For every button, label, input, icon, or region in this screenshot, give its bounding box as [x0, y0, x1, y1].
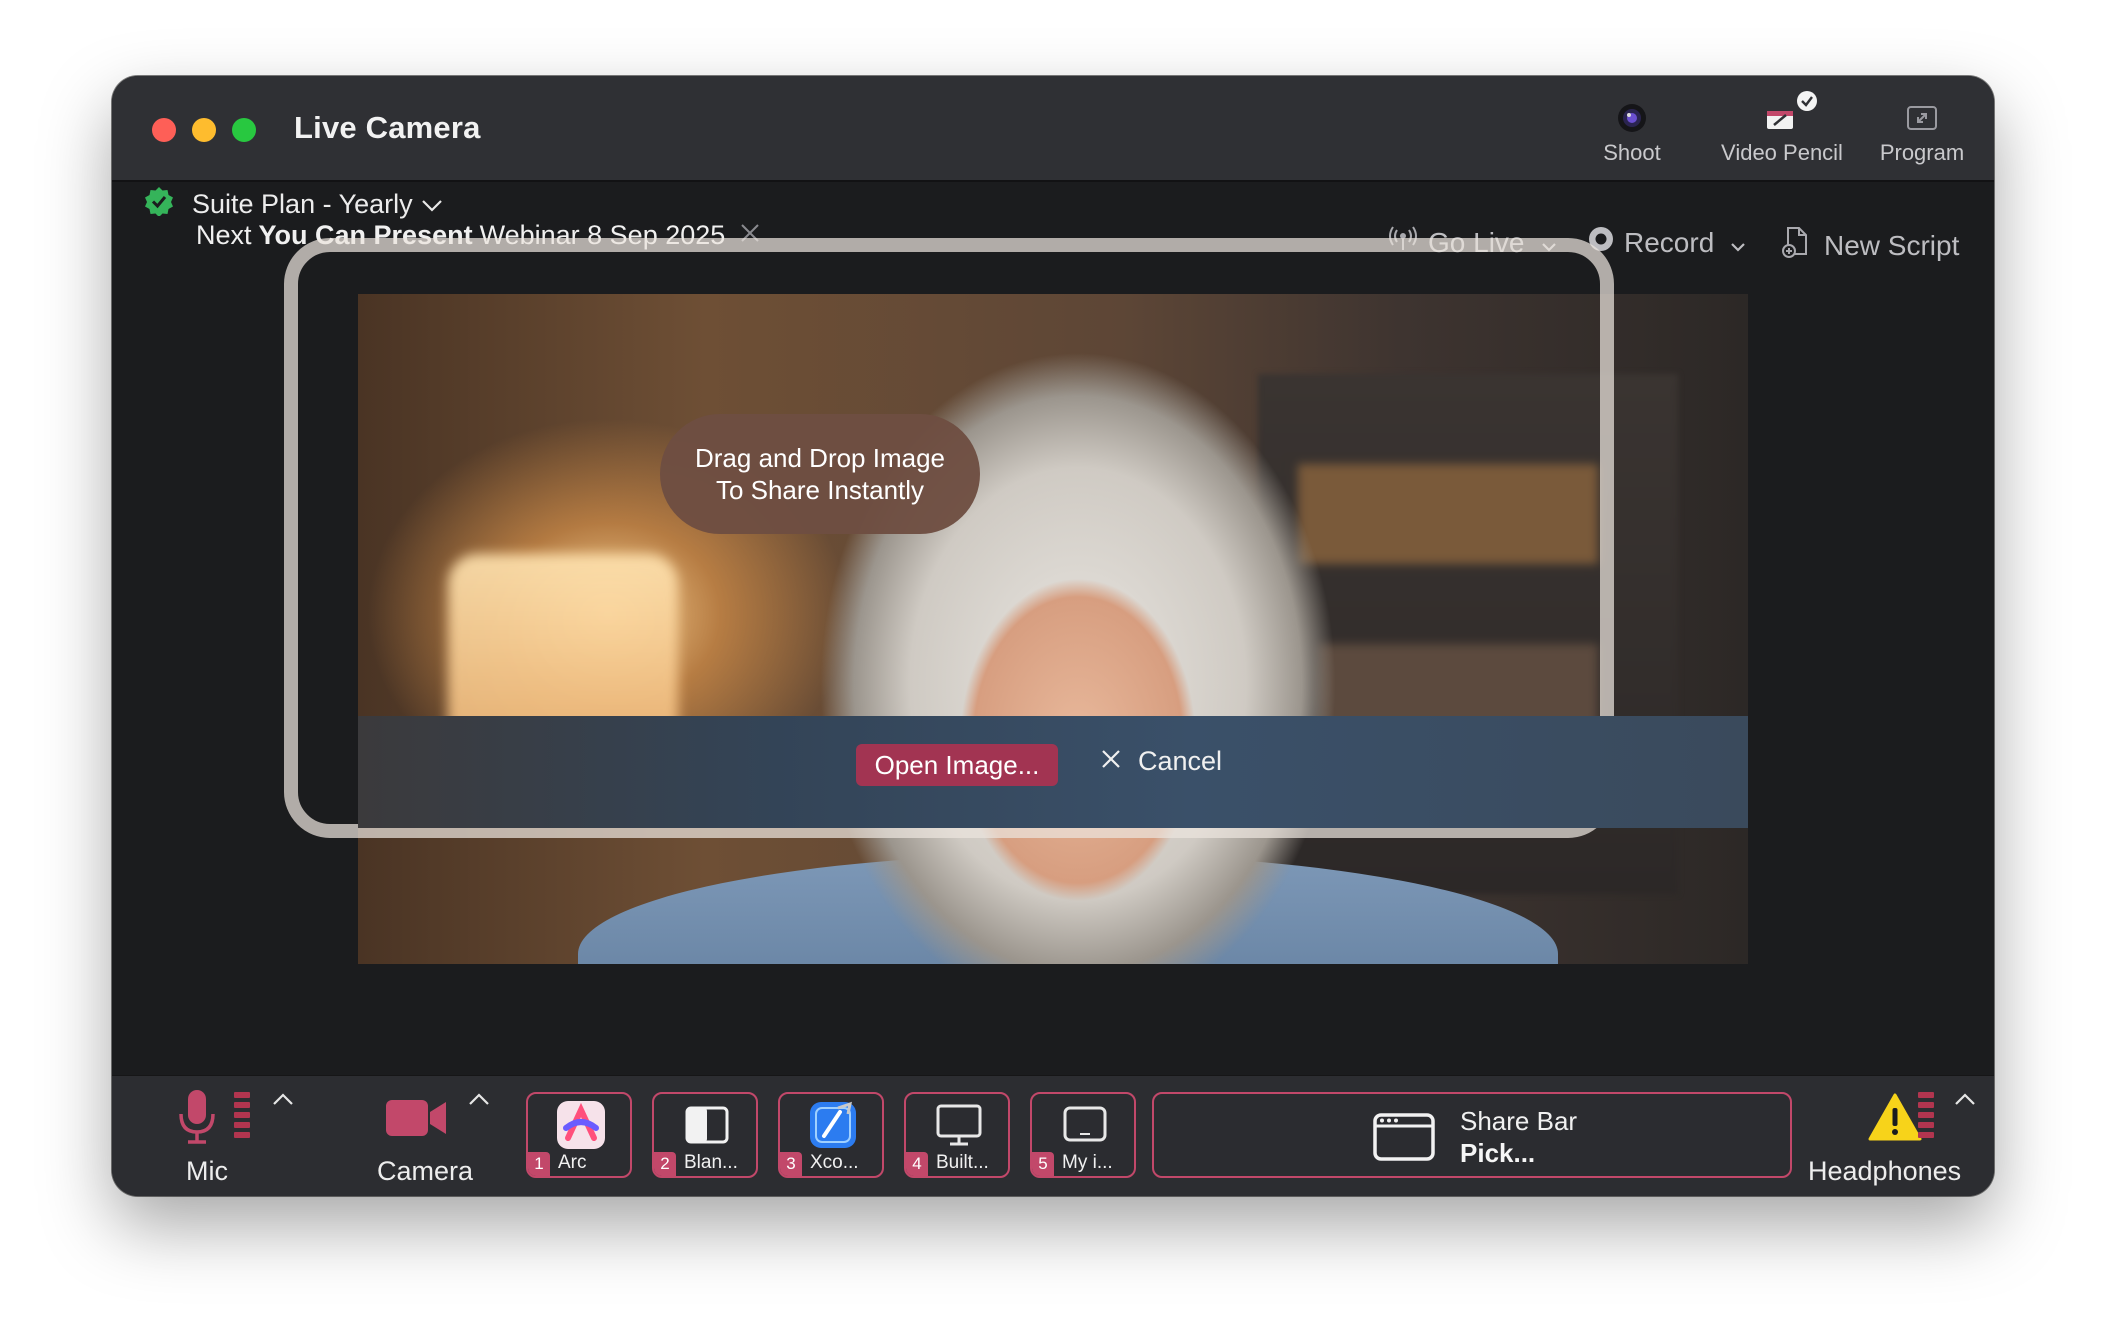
headphones-options-chevron-up-icon[interactable]: [1954, 1086, 1976, 1112]
app-tile-arc[interactable]: 1 Arc: [526, 1092, 632, 1178]
record-label: Record: [1624, 226, 1715, 258]
video-pencil-button[interactable]: Video Pencil: [1712, 91, 1852, 166]
warning-icon: [1868, 1092, 1922, 1147]
plan-selector[interactable]: Suite Plan - Yearly: [144, 186, 443, 223]
tablet-icon: [1063, 1106, 1107, 1142]
check-badge-icon: [1797, 91, 1817, 111]
app-tile-number: 1: [528, 1152, 550, 1176]
blank-window-icon: [685, 1106, 729, 1144]
app-tile-built-in-display[interactable]: 4 Built...: [904, 1092, 1010, 1178]
mic-level-meter: [234, 1092, 250, 1142]
drag-drop-hint: Drag and Drop Image To Share Instantly: [660, 414, 980, 534]
app-tile-name: Built...: [936, 1152, 989, 1173]
expand-icon: [1867, 96, 1977, 140]
cancel-label: Cancel: [1138, 746, 1223, 776]
zoom-window-button[interactable]: [232, 118, 256, 142]
plan-name: Suite Plan - Yearly: [192, 189, 413, 219]
program-label: Program: [1879, 140, 1965, 165]
window-title: Live Camera: [294, 110, 481, 145]
close-icon: [1100, 746, 1122, 777]
headphones-button[interactable]: Headphones: [1808, 1088, 1978, 1188]
close-window-button[interactable]: [152, 118, 176, 142]
xcode-app-icon: [810, 1101, 856, 1148]
drop-hint-line1: Drag and Drop Image: [694, 443, 946, 473]
microphone-icon: [176, 1088, 218, 1151]
minimize-window-button[interactable]: [192, 118, 216, 142]
app-tile-number: 2: [654, 1152, 676, 1176]
mic-button[interactable]: Mic: [152, 1088, 242, 1188]
shoot-button[interactable]: Shoot: [1592, 96, 1672, 166]
title-bar: Live Camera Shoot Video Pencil Program: [112, 76, 1994, 182]
app-window: Live Camera Shoot Video Pencil Program S…: [112, 76, 1994, 1196]
app-tile-number: 4: [906, 1152, 928, 1176]
open-image-button[interactable]: Open Image...: [856, 744, 1058, 786]
next-prefix: Next: [196, 220, 252, 250]
chevron-down-icon: [421, 189, 443, 220]
drop-hint-line2: To Share Instantly: [715, 475, 925, 505]
cancel-button[interactable]: Cancel: [1100, 746, 1222, 777]
arc-app-icon: [557, 1101, 605, 1149]
video-pencil-icon: [1712, 91, 1852, 140]
app-tile-name: My i...: [1062, 1152, 1113, 1173]
app-tile-number: 3: [780, 1152, 802, 1176]
app-tile-xcode[interactable]: 3 Xco...: [778, 1092, 884, 1178]
headphones-label: Headphones: [1808, 1156, 1962, 1186]
share-bar-action: Pick...: [1460, 1138, 1536, 1168]
new-script-label: New Script: [1824, 229, 1960, 261]
app-tile-name: Blan...: [684, 1152, 738, 1173]
chevron-down-icon: [1730, 227, 1746, 259]
mic-label: Mic: [186, 1156, 228, 1186]
share-bar-picker[interactable]: Share Bar Pick...: [1152, 1092, 1792, 1178]
camera-options-chevron-up-icon[interactable]: [468, 1086, 490, 1112]
program-button[interactable]: Program: [1867, 96, 1977, 166]
new-document-icon: [1782, 226, 1810, 265]
window-icon: [1373, 1113, 1435, 1161]
app-tile-name: Xco...: [810, 1152, 859, 1173]
video-pencil-label: Video Pencil: [1721, 140, 1843, 165]
share-bar-title: Share Bar: [1460, 1106, 1578, 1136]
shoot-label: Shoot: [1603, 140, 1661, 165]
headphones-level-meter: [1918, 1092, 1934, 1142]
record-button[interactable]: Record: [1588, 226, 1746, 259]
monitor-icon: [936, 1104, 982, 1146]
video-camera-icon: [384, 1096, 448, 1145]
new-script-button[interactable]: New Script: [1782, 226, 1959, 265]
app-tile-my-ipad[interactable]: 5 My i...: [1030, 1092, 1136, 1178]
lens-icon: [1592, 96, 1672, 140]
app-tile-blank[interactable]: 2 Blan...: [652, 1092, 758, 1178]
app-tile-name: Arc: [558, 1152, 587, 1173]
mic-options-chevron-up-icon[interactable]: [272, 1086, 294, 1112]
verified-check-icon: [144, 186, 174, 223]
camera-label: Camera: [377, 1156, 474, 1186]
app-tile-number: 5: [1032, 1152, 1054, 1176]
